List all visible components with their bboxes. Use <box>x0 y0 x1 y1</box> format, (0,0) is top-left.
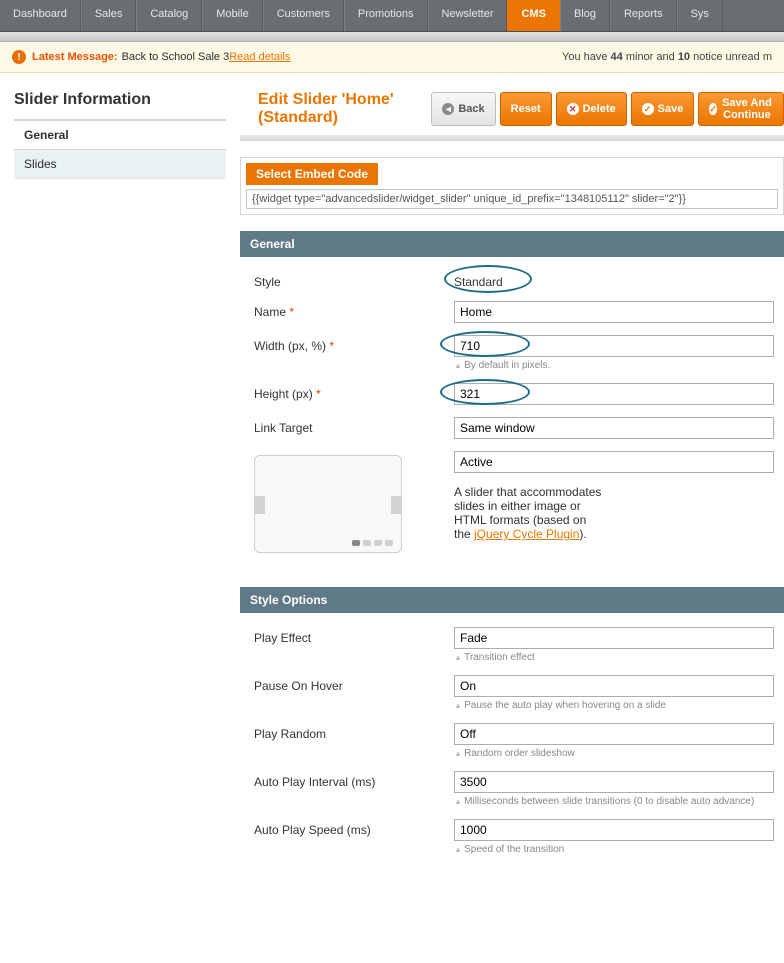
main-content: Edit Slider 'Home' (Standard) ◄Back Rese… <box>240 73 784 887</box>
nav-item-dashboard[interactable]: Dashboard <box>0 0 81 31</box>
back-button[interactable]: ◄Back <box>431 92 495 126</box>
latest-message-label: Latest Message: <box>32 51 118 63</box>
nav-item-blog[interactable]: Blog <box>560 0 610 31</box>
width-label: Width (px, %) <box>254 339 326 353</box>
check-icon: ✓ <box>642 103 654 115</box>
unread-summary: You have 44 minor and 10 notice unread m <box>562 51 772 63</box>
nav-item-cms[interactable]: CMS <box>507 0 559 31</box>
slider-preview <box>254 455 402 553</box>
next-arrow-icon <box>391 496 401 514</box>
pause-on-hover-hint: Pause the auto play when hovering on a s… <box>454 700 774 711</box>
select-embed-code-button[interactable]: Select Embed Code <box>246 163 378 185</box>
style-options-panel: Style Options Play Effect Fade Transitio… <box>240 587 784 869</box>
play-random-label: Play Random <box>254 723 454 741</box>
nav-item-catalog[interactable]: Catalog <box>136 0 202 31</box>
nav-shadow <box>0 32 784 42</box>
sidebar-title: Slider Information <box>14 91 226 109</box>
height-input[interactable] <box>454 383 774 405</box>
play-effect-label: Play Effect <box>254 627 454 645</box>
description-text: A slider that accommodates slides in eit… <box>454 485 601 541</box>
auto-play-speed-label: Auto Play Speed (ms) <box>254 819 454 837</box>
prev-arrow-icon <box>255 496 265 514</box>
nav-item-customers[interactable]: Customers <box>263 0 344 31</box>
play-random-hint: Random order slideshow <box>454 748 774 759</box>
delete-button[interactable]: ✕Delete <box>556 92 627 126</box>
style-value: Standard <box>454 271 503 289</box>
nav-item-sales[interactable]: Sales <box>81 0 137 31</box>
style-label: Style <box>254 271 454 289</box>
nav-item-mobile[interactable]: Mobile <box>202 0 262 31</box>
auto-play-interval-hint: Milliseconds between slide transitions (… <box>454 796 774 807</box>
play-effect-select[interactable]: Fade <box>454 627 774 649</box>
width-input[interactable] <box>454 335 774 357</box>
pause-on-hover-label: Pause On Hover <box>254 675 454 693</box>
play-effect-hint: Transition effect <box>454 652 774 663</box>
play-random-select[interactable]: Off <box>454 723 774 745</box>
general-panel-header: General <box>240 231 784 257</box>
latest-message-text: Back to School Sale 3 <box>122 51 230 63</box>
auto-play-interval-input[interactable] <box>454 771 774 793</box>
link-target-label: Link Target <box>254 417 454 435</box>
general-panel: General Style Standard Name * Width (px,… <box>240 231 784 569</box>
check-icon: ✓ <box>709 103 717 115</box>
width-hint: By default in pixels. <box>454 360 774 371</box>
nav-item-sys[interactable]: Sys <box>677 0 723 31</box>
read-details-link[interactable]: Read details <box>229 51 290 63</box>
save-button[interactable]: ✓Save <box>631 92 695 126</box>
sidebar-tab-slides[interactable]: Slides <box>14 150 226 179</box>
height-label: Height (px) <box>254 387 313 401</box>
embed-panel: Select Embed Code <box>240 157 784 215</box>
name-input[interactable] <box>454 301 774 323</box>
header-divider <box>240 135 784 141</box>
nav-item-reports[interactable]: Reports <box>610 0 677 31</box>
top-nav: DashboardSalesCatalogMobileCustomersProm… <box>0 0 784 32</box>
nav-item-newsletter[interactable]: Newsletter <box>428 0 508 31</box>
auto-play-speed-input[interactable] <box>454 819 774 841</box>
pager-dots <box>352 540 393 546</box>
link-target-select[interactable]: Same window <box>454 417 774 439</box>
sidebar-tab-general[interactable]: General <box>14 120 226 150</box>
auto-play-interval-label: Auto Play Interval (ms) <box>254 771 454 789</box>
name-label: Name <box>254 305 286 319</box>
auto-play-speed-hint: Speed of the transition <box>454 844 774 855</box>
jquery-cycle-link[interactable]: jQuery Cycle Plugin <box>474 527 579 541</box>
warning-icon: ! <box>12 50 26 64</box>
message-bar: ! Latest Message: Back to School Sale 3 … <box>0 42 784 73</box>
reset-button[interactable]: Reset <box>500 92 552 126</box>
style-options-header: Style Options <box>240 587 784 613</box>
nav-item-promotions[interactable]: Promotions <box>344 0 428 31</box>
sidebar: Slider Information GeneralSlides <box>0 73 240 887</box>
delete-icon: ✕ <box>567 103 579 115</box>
status-select[interactable]: Active <box>454 451 774 473</box>
sidebar-tabs: GeneralSlides <box>14 119 226 179</box>
back-icon: ◄ <box>442 103 454 115</box>
page-title: Edit Slider 'Home' (Standard) <box>240 91 431 127</box>
pause-on-hover-select[interactable]: On <box>454 675 774 697</box>
save-continue-button[interactable]: ✓Save And Continue <box>698 92 784 126</box>
embed-code-input[interactable] <box>246 189 778 209</box>
